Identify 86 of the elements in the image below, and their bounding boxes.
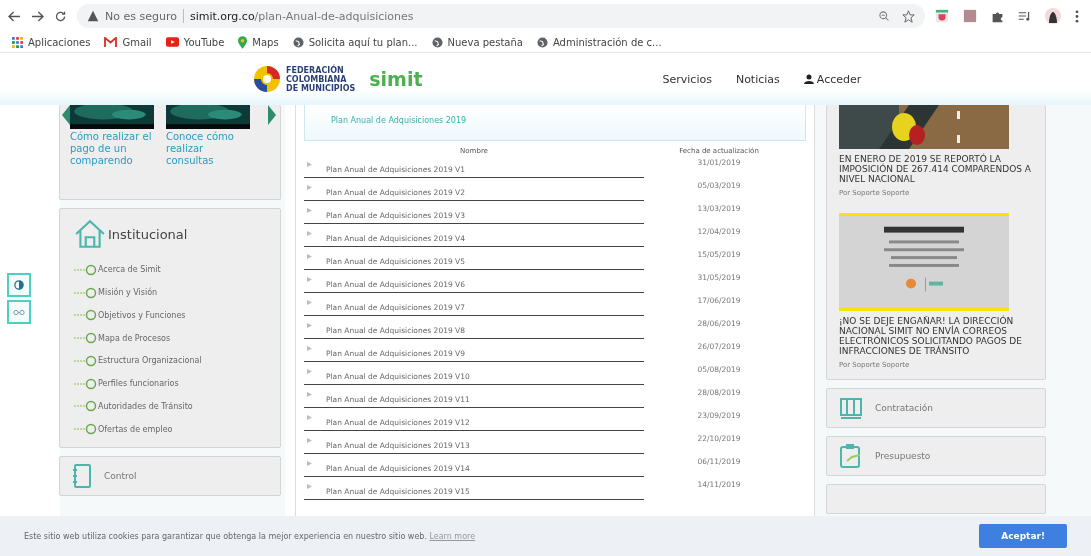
next-arrow-icon[interactable] — [268, 105, 276, 125]
bullet-icon — [307, 346, 312, 351]
address-bar[interactable]: No es seguro simit.org.co/plan-Anual-de-adquisiciones — [77, 4, 925, 28]
cookie-message: Este sitio web utiliza cookies para garantizar que obtenga la mejor experiencia en nuestro sitio web. Learn more — [24, 531, 477, 541]
zoom-icon[interactable] — [878, 10, 890, 22]
bullet-circle-icon — [74, 309, 98, 322]
section-label: Presupuesto — [875, 451, 931, 461]
play-icon — [165, 37, 179, 47]
bookmark-star-icon[interactable] — [902, 9, 915, 23]
bullet-icon — [307, 484, 312, 489]
bullet-icon — [307, 438, 312, 443]
pocket-icon[interactable] — [935, 9, 949, 23]
nav-link[interactable]: Noticias — [735, 72, 780, 86]
apps-grid-icon — [12, 36, 23, 48]
bullet-circle-icon — [74, 332, 98, 345]
warning-icon — [87, 10, 99, 22]
map-pin-icon — [238, 35, 248, 49]
bullet-icon — [307, 231, 312, 236]
bookmark-item[interactable]: Maps — [238, 35, 279, 49]
forward-icon[interactable] — [31, 10, 44, 22]
simit-logo: simit — [369, 68, 423, 90]
bullet-icon — [307, 369, 312, 374]
house-icon — [74, 219, 106, 249]
notebook-icon — [72, 464, 92, 488]
menu-link[interactable]: Acerca de Simit — [74, 262, 266, 278]
bullet-circle-icon — [74, 423, 98, 436]
globe-icon — [536, 36, 548, 48]
bullet-icon — [307, 254, 312, 259]
bullet-icon — [307, 277, 312, 282]
bullet-icon — [307, 208, 312, 213]
menu-link[interactable]: Estructura Organizacional — [74, 353, 266, 369]
clipboard-icon — [839, 443, 863, 469]
reload-icon[interactable] — [54, 9, 67, 23]
url-text: simit.org.co/plan-Anual-de-adquisiciones — [189, 9, 414, 23]
menu-link[interactable]: Objetivos y Funciones — [74, 307, 266, 324]
section-label: Control — [104, 471, 137, 481]
bullet-circle-icon — [74, 263, 98, 276]
news-headline[interactable]: ¡NO SE DEJE ENGAÑAR! LA DIRECCIÓN NACIONAL SIMIT NO ENVÍA CORREOS ELECTRÓNICOS SOLICITANDO PAGOS DE INFRACCIONES DE TRÁNSITO — [839, 316, 1033, 356]
contrast-icon — [14, 280, 24, 290]
section-label: Contratación — [875, 403, 933, 413]
menu-link[interactable]: Mapa de Procesos — [74, 330, 266, 346]
bullet-icon — [307, 392, 312, 397]
bullet-circle-icon — [74, 400, 98, 413]
menu-link[interactable]: Misión y Visión — [74, 284, 266, 301]
bookmark-item[interactable]: Administración de c... — [536, 36, 662, 48]
federation-logo-icon — [252, 64, 282, 94]
bullet-icon — [307, 300, 312, 305]
bookmark-item[interactable]: Gmail — [104, 36, 152, 48]
section-title: Institucional — [108, 226, 188, 242]
section-card[interactable]: Presupuesto — [826, 436, 1046, 476]
bullet-circle-icon — [74, 377, 98, 390]
mail-icon — [104, 36, 118, 48]
bullet-icon — [307, 461, 312, 466]
back-icon[interactable] — [8, 10, 21, 22]
nav-link[interactable]: Servicios — [662, 72, 712, 86]
menu-link[interactable]: Perfiles funcionarios — [74, 375, 266, 392]
bookmark-item[interactable]: Aplicaciones — [12, 36, 91, 48]
menu-link[interactable]: Ofertas de empleo — [74, 421, 266, 437]
nav-link[interactable]: Acceder — [803, 72, 862, 86]
menu-link[interactable]: Autoridades de Tránsito — [74, 398, 266, 415]
section-card[interactable]: Control — [59, 456, 281, 496]
bookmark-item[interactable]: Solicita aquí tu plan... — [292, 36, 418, 48]
columns-icon — [839, 397, 863, 419]
puzzle-icon[interactable] — [991, 9, 1004, 23]
bullet-circle-icon — [74, 286, 98, 299]
globe-icon — [292, 36, 304, 48]
glasses-icon — [13, 308, 25, 316]
contrast-button[interactable] — [7, 273, 31, 297]
accept-button[interactable]: Aceptar! — [979, 524, 1067, 548]
playlist-icon[interactable] — [1018, 11, 1031, 21]
user-icon — [803, 74, 814, 84]
bullet-circle-icon — [74, 354, 98, 367]
federation-name: FEDERACIÓN COLOMBIANA DE MUNICIPIOS — [286, 65, 356, 93]
security-label: No es seguro — [105, 9, 177, 23]
bullet-icon — [307, 185, 312, 190]
page-title: Plan Anual de Adquisiciones 2019 — [331, 116, 467, 125]
menu-icon[interactable] — [1075, 9, 1079, 23]
news-headline[interactable]: EN ENERO DE 2019 SE REPORTÓ LA IMPOSICIÓN DE 267.414 COMPARENDOS A NIVEL NACIONAL — [839, 154, 1033, 184]
bullet-icon — [307, 415, 312, 420]
section-card[interactable]: Contratación — [826, 388, 1046, 428]
avatar-icon[interactable] — [1045, 8, 1061, 24]
bookmark-item[interactable]: Nueva pestaña — [431, 36, 523, 48]
globe-icon — [431, 36, 443, 48]
bullet-icon — [307, 323, 312, 328]
bookmark-item[interactable]: YouTube — [165, 36, 225, 48]
bullet-icon — [307, 162, 312, 167]
